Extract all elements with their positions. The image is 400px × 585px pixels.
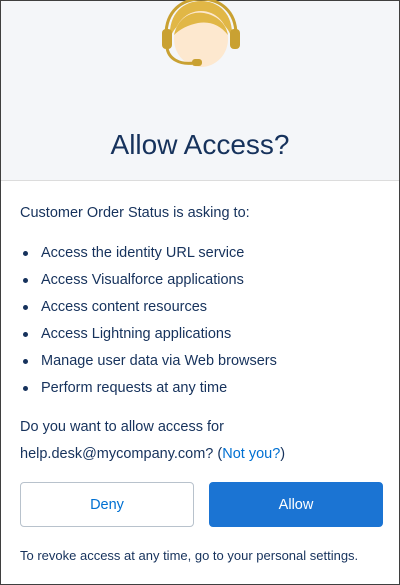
access-question: Do you want to allow access for help.des…: [20, 414, 382, 468]
permission-label: Access Visualforce applications: [41, 272, 244, 288]
list-item: Access the identity URL service: [23, 243, 277, 270]
not-you-link[interactable]: Not you?: [222, 446, 280, 462]
list-item: Access Visualforce applications: [23, 270, 277, 297]
permission-list: Access the identity URL service Access V…: [23, 243, 277, 405]
list-item: Access content resources: [23, 297, 277, 324]
bullet-icon: [23, 278, 28, 283]
list-item: Access Lightning applications: [23, 324, 277, 351]
request-intro: Customer Order Status is asking to:: [20, 205, 250, 221]
headset-agent-avatar-icon: [162, 0, 240, 67]
deny-button[interactable]: Deny: [20, 482, 194, 527]
bullet-icon: [23, 386, 28, 391]
permission-label: Access content resources: [41, 299, 208, 315]
dialog-title: Allow Access?: [110, 129, 290, 160]
oauth-access-dialog: Allow Access? Customer Order Status is a…: [0, 0, 400, 585]
bullet-icon: [23, 251, 28, 256]
allow-button[interactable]: Allow: [209, 482, 383, 527]
list-item: Manage user data via Web browsers: [23, 351, 277, 378]
bullet-icon: [23, 332, 28, 337]
account-email: help.desk@mycompany.com?: [20, 446, 214, 462]
question-prefix: Do you want to allow access for: [20, 419, 224, 435]
list-item: Perform requests at any time: [23, 378, 277, 405]
bullet-icon: [23, 305, 28, 310]
permission-label: Access the identity URL service: [41, 245, 245, 261]
permission-label: Access Lightning applications: [41, 326, 232, 342]
bullet-icon: [23, 359, 28, 364]
dialog-header: Allow Access?: [1, 0, 399, 181]
permission-label: Perform requests at any time: [41, 380, 228, 396]
revoke-access-note: To revoke access at any time, go to your…: [20, 548, 359, 563]
not-you-close-paren: ): [280, 446, 286, 462]
permission-label: Manage user data via Web browsers: [41, 353, 277, 369]
